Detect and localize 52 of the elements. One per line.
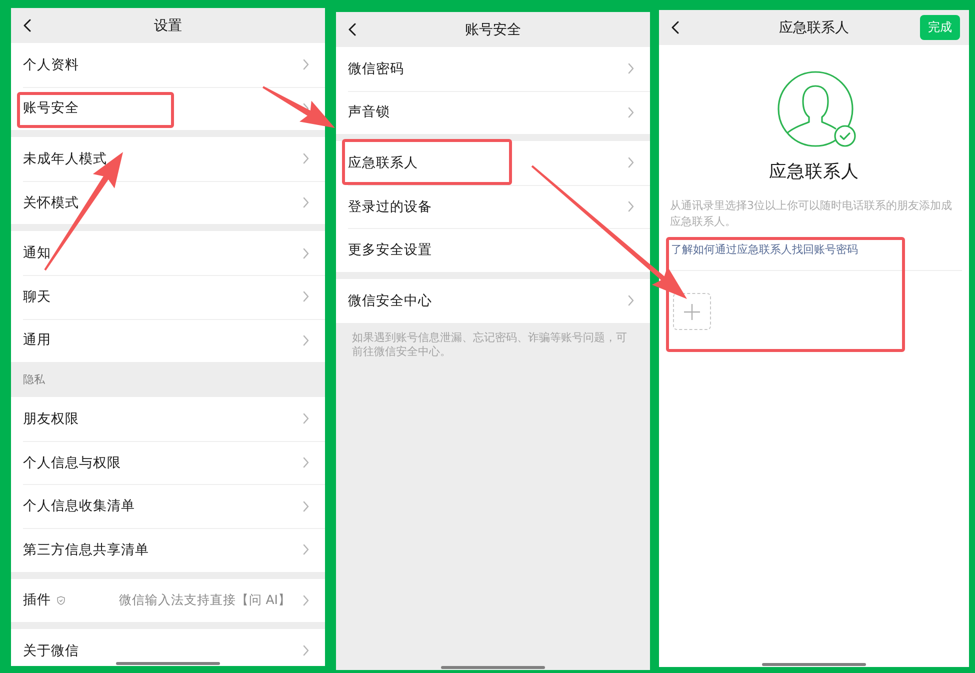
settings-row[interactable]: 应急联系人 bbox=[336, 141, 650, 185]
chevron-right-icon bbox=[303, 59, 309, 70]
back-icon[interactable] bbox=[671, 21, 679, 34]
settings-row[interactable]: 微信密码 bbox=[336, 47, 650, 91]
settings-row[interactable]: 个人信息收集清单 bbox=[11, 484, 325, 528]
settings-row[interactable]: 插件 微信输入法支持直接【问 AI】 bbox=[11, 578, 325, 622]
help-link[interactable]: 了解如何通过应急联系人找回账号密码 bbox=[671, 243, 858, 256]
chevron-right-icon bbox=[303, 197, 309, 208]
shield-icon bbox=[57, 596, 65, 605]
settings-row[interactable]: 关怀模式 bbox=[11, 180, 325, 224]
footer-note: 如果遇到账号信息泄漏、忘记密码、诈骗等账号问题，可前往微信安全中心。 bbox=[352, 330, 628, 359]
add-contact-button[interactable] bbox=[673, 293, 711, 330]
chevron-right-icon bbox=[628, 63, 634, 74]
row-value: 微信输入法支持直接【问 AI】 bbox=[118, 592, 291, 609]
settings-row[interactable]: 关于微信 bbox=[11, 629, 325, 666]
chevron-right-icon bbox=[303, 413, 309, 424]
chevron-right-icon bbox=[628, 157, 634, 168]
chevron-right-icon bbox=[303, 594, 309, 606]
chevron-right-icon bbox=[628, 106, 634, 118]
screen-title: 设置 bbox=[154, 16, 182, 34]
chevron-right-icon bbox=[303, 457, 309, 468]
settings-row[interactable]: 登录过的设备 bbox=[336, 184, 650, 228]
settings-row[interactable]: 朋友权限 bbox=[11, 397, 325, 441]
chevron-right-icon bbox=[303, 153, 309, 164]
settings-row[interactable]: 未成年人模式 bbox=[11, 137, 325, 181]
settings-row[interactable]: 通知 bbox=[11, 231, 325, 275]
chevron-right-icon bbox=[303, 500, 309, 512]
chevron-right-icon bbox=[303, 248, 309, 259]
settings-row[interactable]: 微信安全中心 bbox=[336, 278, 650, 323]
section-header: 隐私 bbox=[23, 372, 45, 388]
page-heading: 应急联系人 bbox=[769, 161, 859, 184]
settings-row[interactable]: 聊天 bbox=[11, 274, 325, 319]
screen-title: 账号安全 bbox=[465, 20, 521, 38]
chevron-right-icon bbox=[303, 645, 309, 656]
chevron-right-icon bbox=[628, 201, 634, 212]
chevron-right-icon bbox=[303, 291, 309, 302]
back-icon[interactable] bbox=[348, 23, 356, 36]
settings-row[interactable]: 声音锁 bbox=[336, 90, 650, 134]
chevron-right-icon bbox=[628, 295, 634, 306]
person-check-icon bbox=[777, 71, 856, 147]
chevron-right-icon bbox=[303, 334, 309, 346]
chevron-right-icon bbox=[303, 544, 309, 556]
settings-row[interactable]: 第三方信息共享清单 bbox=[11, 528, 325, 572]
settings-row[interactable]: 账号安全 bbox=[11, 86, 325, 130]
settings-row[interactable]: 更多安全设置 bbox=[336, 228, 650, 272]
settings-row[interactable]: 个人信息与权限 bbox=[11, 440, 325, 484]
plus-icon bbox=[684, 304, 700, 320]
description-text: 从通讯录里选择3位以上你可以随时电话联系的朋友添加成应急联系人。 bbox=[670, 198, 953, 230]
back-icon[interactable] bbox=[23, 19, 31, 32]
settings-row[interactable]: 通用 bbox=[11, 318, 325, 362]
settings-row[interactable]: 个人资料 bbox=[11, 43, 325, 87]
screen-title: 应急联系人 bbox=[779, 18, 849, 36]
